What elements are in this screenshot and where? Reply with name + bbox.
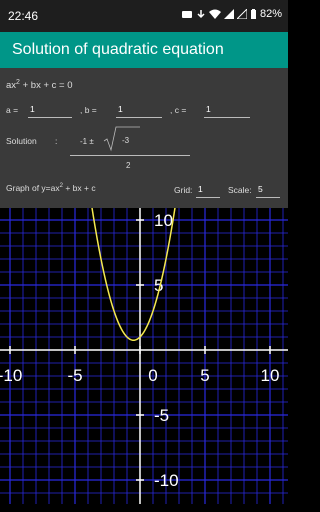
navigation-bar	[0, 504, 288, 512]
b-field[interactable]: 1	[118, 104, 123, 114]
grid-label: Grid:	[174, 185, 193, 195]
equation-pre: ax	[6, 80, 17, 92]
c-underline	[204, 117, 250, 118]
x-tick-label: 0	[148, 366, 157, 385]
a-field[interactable]: 1	[30, 104, 35, 114]
c-label: , c =	[170, 105, 187, 115]
graph-label: Graph of y=ax2 + bx + c	[6, 183, 96, 193]
fraction-bar	[70, 155, 190, 156]
b-underline	[116, 117, 162, 118]
x-tick-label: -5	[67, 366, 82, 385]
status-time: 22:46	[8, 9, 39, 23]
equation-post: + bx + c = 0	[19, 80, 73, 92]
graph-area[interactable]: -10 -5 0 5 10 10 5 -5 -10	[0, 189, 288, 507]
scale-underline	[256, 197, 280, 198]
grid-field[interactable]: 1	[198, 184, 203, 194]
battery-percent: 82%	[259, 8, 282, 20]
y-tick-label: 10	[154, 211, 173, 230]
signal2-icon	[236, 9, 247, 19]
battery-icon	[250, 8, 256, 19]
x-tick-label: 5	[200, 366, 209, 385]
graph-label-post: + bx + c	[62, 183, 96, 193]
solution-label: Solution	[6, 136, 37, 146]
c-field[interactable]: 1	[206, 104, 211, 114]
app-title: Solution of quadratic equation	[12, 41, 224, 58]
grid-underline	[196, 197, 220, 198]
scale-field[interactable]: 5	[258, 184, 263, 194]
x-tick-label: 10	[261, 366, 280, 385]
solution-radicand: -3	[122, 136, 130, 145]
equation-text: ax2 + bx + c = 0	[6, 79, 73, 91]
status-bar: 22:46 82%	[0, 0, 288, 32]
wifi-icon	[208, 9, 221, 19]
y-tick-label: -5	[154, 406, 169, 425]
input-panel: ax2 + bx + c = 0 a = 1 , b = 1 , c = 1 S…	[0, 68, 288, 208]
a-underline	[28, 117, 72, 118]
app-bar: Solution of quadratic equation	[0, 32, 288, 68]
scale-label: Scale:	[228, 185, 252, 195]
download-icon	[197, 10, 205, 19]
graph-label-pre: Graph of y=ax	[6, 183, 60, 193]
solution-prefix: -1 ±	[80, 137, 94, 146]
graph-canvas[interactable]: -10 -5 0 5 10105-5-10	[0, 189, 288, 507]
x-tick-label: -10	[0, 366, 22, 385]
b-label: , b =	[80, 105, 97, 115]
notification-icon	[181, 11, 192, 18]
solution-denominator: 2	[126, 161, 131, 170]
a-label: a =	[6, 105, 19, 115]
signal-icon	[223, 9, 234, 19]
solution-colon: :	[55, 136, 58, 146]
y-tick-label: -10	[154, 471, 179, 490]
status-icons: 82%	[181, 8, 282, 20]
